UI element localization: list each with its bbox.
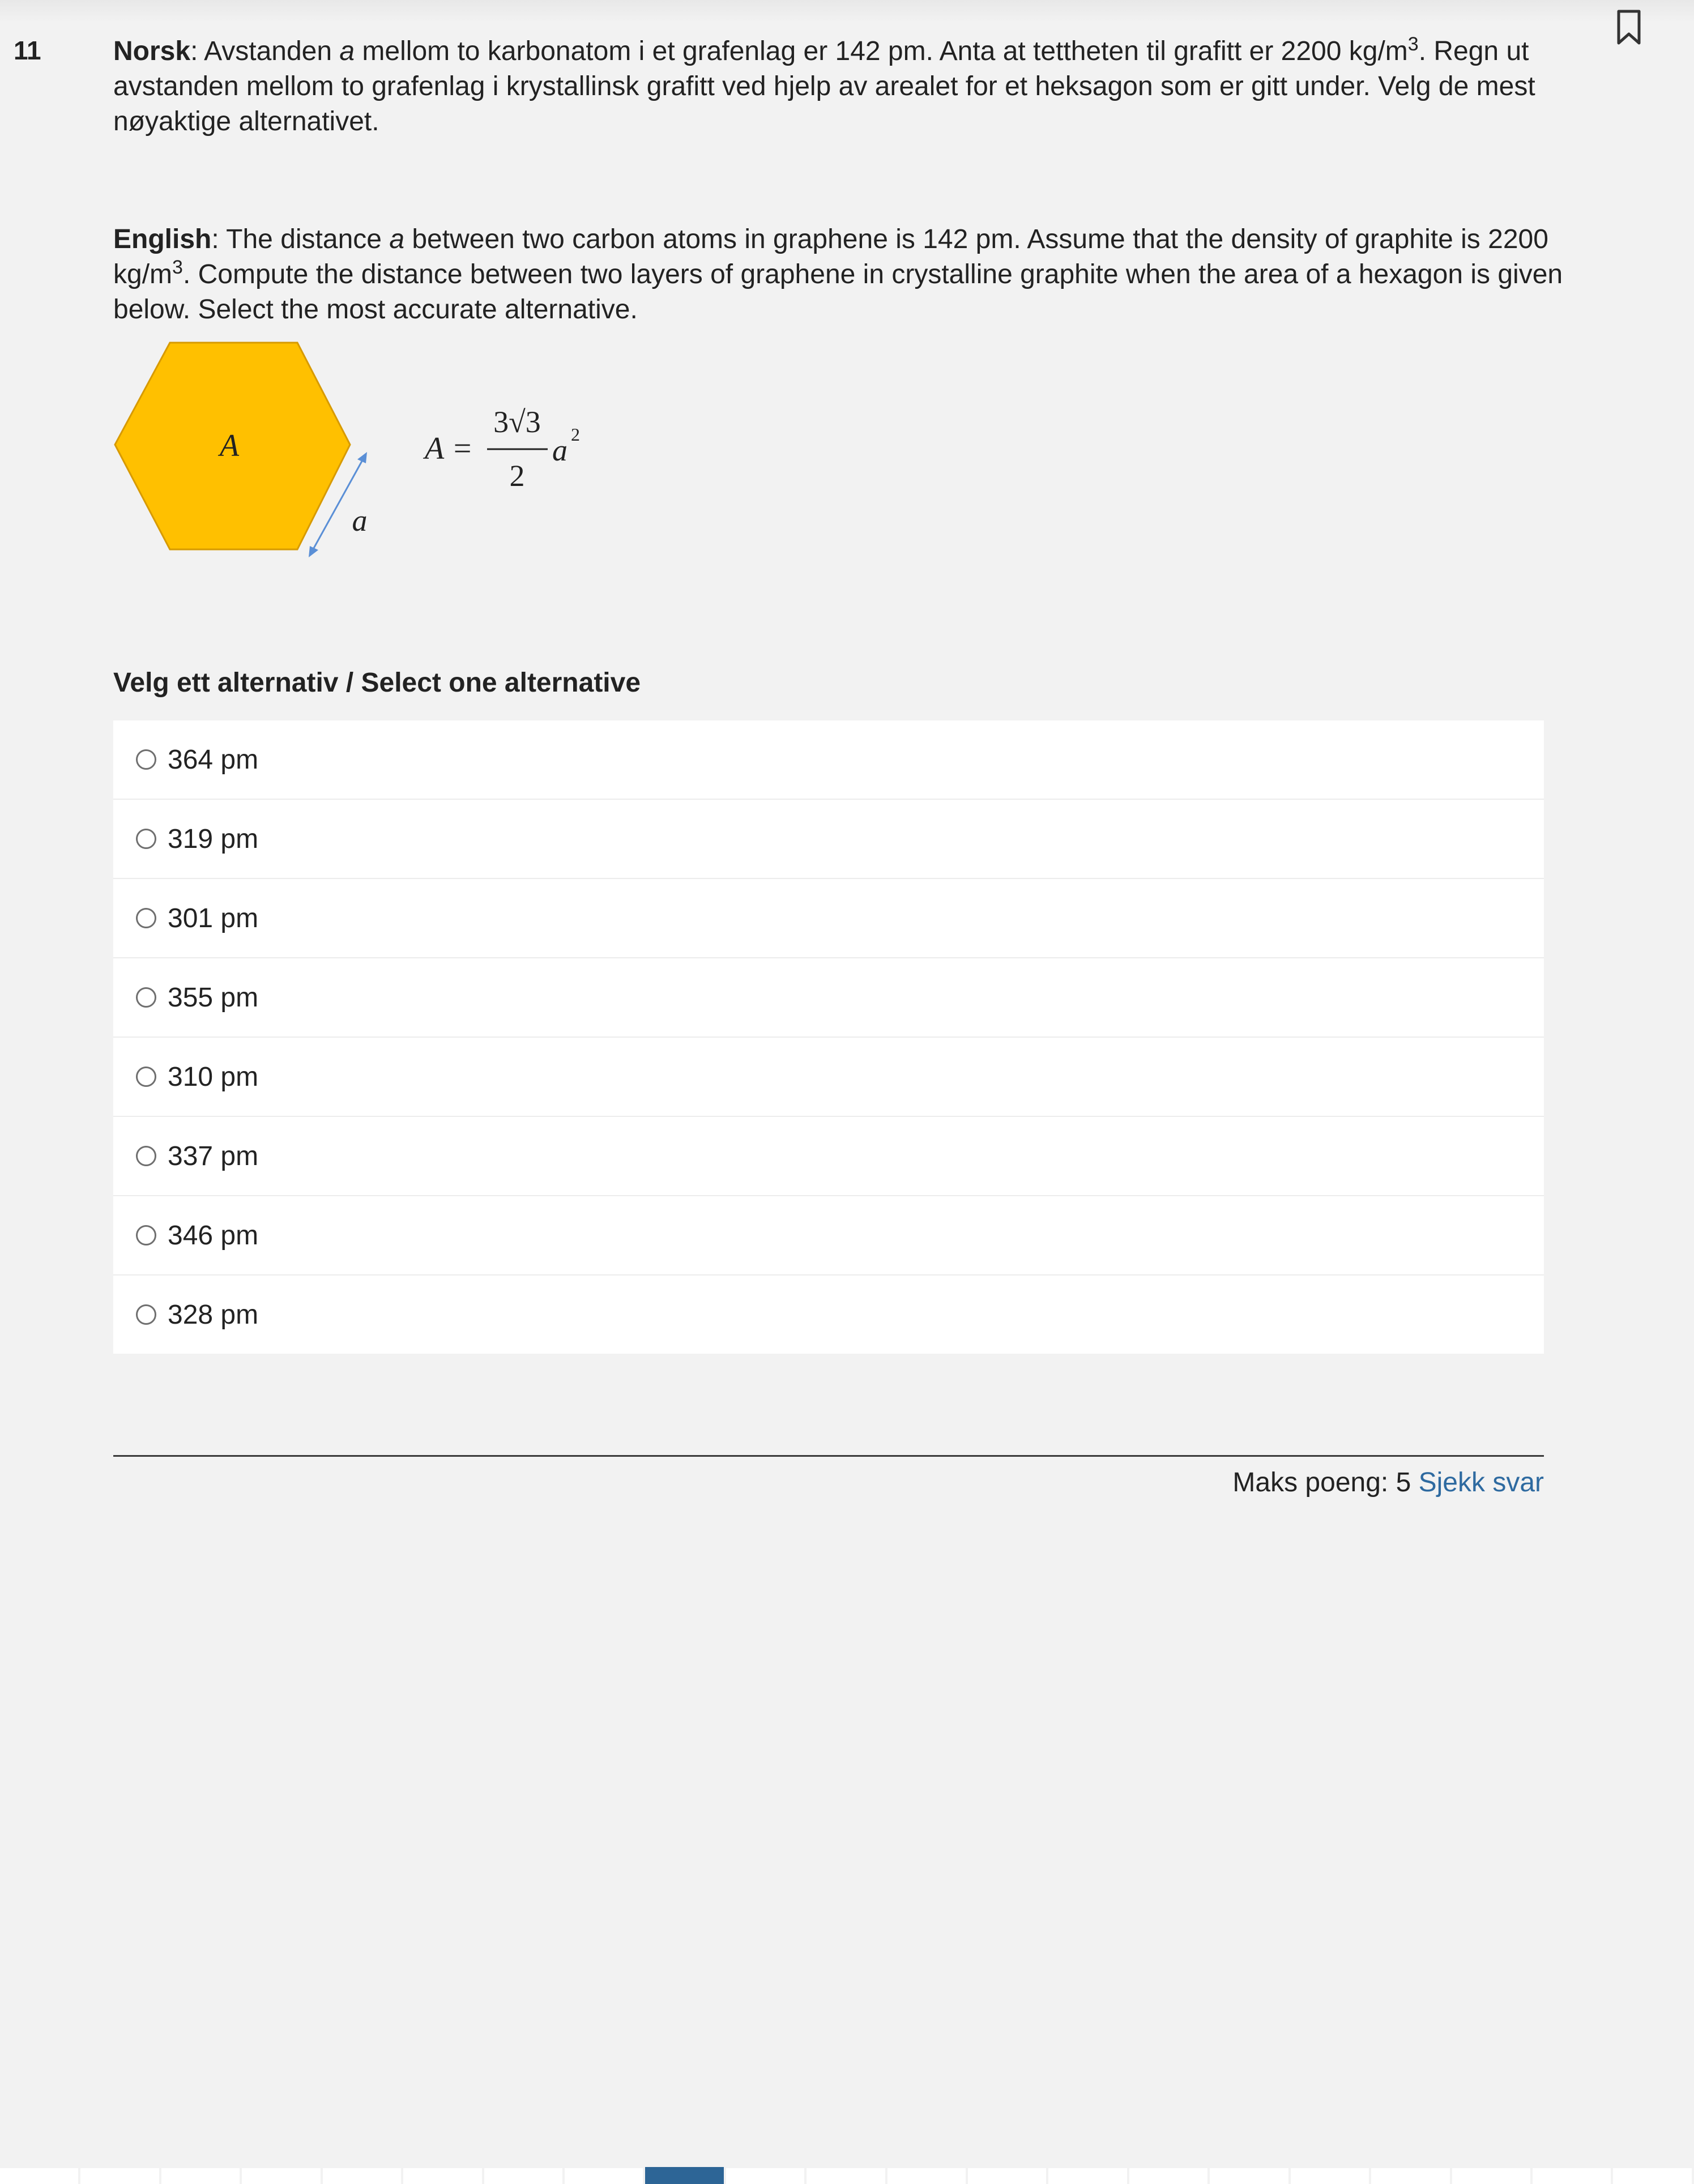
top-shade <box>0 0 1694 23</box>
nav-segment[interactable] <box>403 2168 484 2184</box>
norsk-sup: 3 <box>1407 33 1419 55</box>
nav-segment[interactable] <box>1371 2168 1452 2184</box>
formula-denominator: 2 <box>510 459 525 493</box>
option-label: 310 pm <box>168 1061 259 1092</box>
radio-button[interactable] <box>136 908 156 928</box>
side-label: a <box>352 504 368 538</box>
formula-exponent: 2 <box>571 424 580 445</box>
select-prompt: Velg ett alternativ / Select one alterna… <box>113 668 641 698</box>
radio-button[interactable] <box>136 1067 156 1087</box>
nav-segment[interactable] <box>0 2168 81 2184</box>
radio-button[interactable] <box>136 1304 156 1325</box>
bookmark-icon[interactable] <box>1613 8 1645 48</box>
nav-segment[interactable] <box>726 2168 807 2184</box>
norsk-label: Norsk <box>113 36 191 66</box>
radio-button[interactable] <box>136 1146 156 1166</box>
option-346[interactable]: 346 pm <box>113 1196 1544 1276</box>
nav-segment[interactable] <box>1048 2168 1129 2184</box>
nav-segment-current[interactable] <box>645 2167 726 2184</box>
option-label: 328 pm <box>168 1299 259 1330</box>
nav-segment[interactable] <box>1452 2168 1533 2184</box>
english-sup: 3 <box>172 257 183 278</box>
footer: Maks poeng: 5 Sjekk svar <box>1232 1467 1544 1498</box>
english-var: a <box>389 224 405 254</box>
footer-divider <box>113 1455 1544 1457</box>
nav-segment[interactable] <box>1613 2168 1694 2184</box>
formula-variable: a <box>552 433 567 467</box>
options-list: 364 pm 319 pm 301 pm 355 pm 310 pm 337 p… <box>113 720 1544 1354</box>
nav-segment[interactable] <box>80 2168 161 2184</box>
question-text: Norsk: Avstanden a mellom to karbonatom … <box>113 34 1563 327</box>
nav-segment[interactable] <box>161 2168 242 2184</box>
english-label: English <box>113 224 212 254</box>
nav-segment[interactable] <box>564 2168 646 2184</box>
nav-segment[interactable] <box>484 2168 565 2184</box>
norsk-text-2: mellom to karbonatom i et grafenlag er 1… <box>355 36 1408 66</box>
option-label: 355 pm <box>168 982 259 1013</box>
norsk-var: a <box>339 36 355 66</box>
nav-segment[interactable] <box>807 2168 887 2184</box>
norsk-text-1: : Avstanden <box>190 36 340 66</box>
check-answer-link[interactable]: Sjekk svar <box>1419 1468 1544 1498</box>
option-301[interactable]: 301 pm <box>113 879 1544 958</box>
option-label: 337 pm <box>168 1141 259 1171</box>
option-319[interactable]: 319 pm <box>113 800 1544 879</box>
norsk-paragraph: Norsk: Avstanden a mellom to karbonatom … <box>113 34 1563 139</box>
nav-segment[interactable] <box>322 2168 404 2184</box>
radio-button[interactable] <box>136 987 156 1008</box>
option-355[interactable]: 355 pm <box>113 958 1544 1038</box>
radio-button[interactable] <box>136 1225 156 1245</box>
radio-button[interactable] <box>136 829 156 849</box>
nav-segment[interactable] <box>242 2168 323 2184</box>
english-text-1: : The distance <box>211 224 390 254</box>
option-328[interactable]: 328 pm <box>113 1276 1544 1354</box>
hexagon-figure: A a A = 3√3 2 a 2 <box>110 337 620 564</box>
english-text-3: . Compute the distance between two layer… <box>113 259 1563 325</box>
question-number: 11 <box>14 36 41 65</box>
nav-segment[interactable] <box>968 2168 1049 2184</box>
option-364[interactable]: 364 pm <box>113 720 1544 800</box>
option-label: 319 pm <box>168 824 259 854</box>
nav-segment[interactable] <box>1290 2168 1372 2184</box>
formula-numerator: 3√3 <box>493 405 541 439</box>
question-navigation-bar <box>0 2167 1694 2184</box>
option-310[interactable]: 310 pm <box>113 1038 1544 1117</box>
nav-segment[interactable] <box>887 2168 968 2184</box>
option-label: 346 pm <box>168 1220 259 1251</box>
max-points: Maks poeng: 5 <box>1232 1468 1411 1498</box>
english-paragraph: English: The distance a between two carb… <box>113 222 1563 327</box>
hexagon-label: A <box>217 428 240 463</box>
radio-button[interactable] <box>136 749 156 770</box>
nav-segment[interactable] <box>1129 2168 1210 2184</box>
nav-segment[interactable] <box>1210 2168 1291 2184</box>
option-label: 301 pm <box>168 903 259 933</box>
option-337[interactable]: 337 pm <box>113 1117 1544 1196</box>
option-label: 364 pm <box>168 744 259 775</box>
nav-segment[interactable] <box>1533 2168 1614 2184</box>
formula-lhs: A = <box>423 431 473 466</box>
